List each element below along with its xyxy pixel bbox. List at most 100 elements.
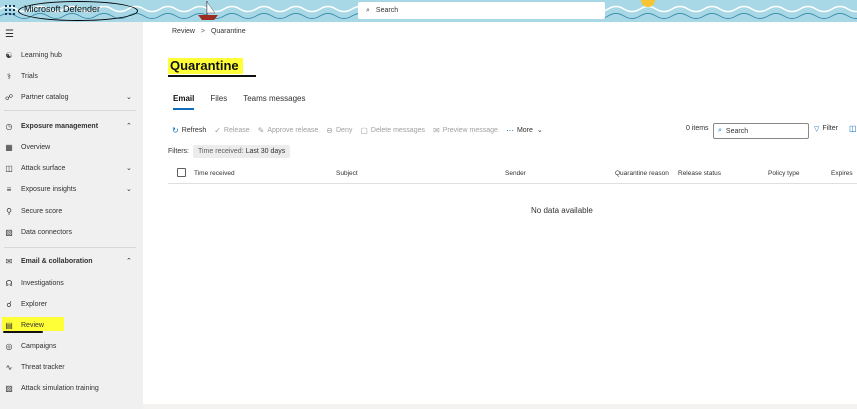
filters-row: Filters: Time received: Last 30 days	[168, 145, 291, 158]
envelope-preview-icon: ✉	[433, 125, 440, 135]
release-button[interactable]: ✓ Release	[214, 126, 249, 135]
learning-hub-icon: ☯	[5, 50, 13, 60]
threat-tracker-icon: ∿	[5, 362, 13, 372]
sidebar-item-data-connectors[interactable]: ▧ Data connectors	[0, 223, 143, 241]
breadcrumb-parent-link[interactable]: Review	[172, 28, 195, 35]
sidebar-item-label: Learning hub	[21, 51, 62, 59]
sidebar-item-label: Secure score	[21, 207, 63, 215]
sidebar-item-explorer[interactable]: ☌ Explorer	[0, 295, 143, 313]
more-button[interactable]: ⋯ More ⌄	[506, 126, 543, 135]
column-header-release-status[interactable]: Release status	[678, 170, 721, 177]
tab-files[interactable]: Files	[210, 94, 227, 103]
column-header-policy-type[interactable]: Policy type	[768, 170, 799, 177]
breadcrumb-current: Quarantine	[210, 28, 246, 35]
chevron-down-icon: ⌄	[536, 127, 543, 134]
filter-pill-value: Last 30 days	[245, 148, 286, 155]
sidebar-item-exposure-management[interactable]: ◷ Exposure management ⌃	[0, 117, 143, 135]
review-icon: ▤	[5, 320, 13, 330]
sidebar-item-label: Exposure management	[21, 122, 99, 130]
sidebar-item-label: Overview	[21, 143, 51, 151]
trophy-icon: ⚲	[6, 206, 12, 216]
partner-catalog-icon: ☍	[4, 92, 14, 102]
refresh-icon: ↻	[172, 125, 179, 135]
exposure-insights-icon: ≡	[6, 184, 12, 194]
title-underline-annotation	[168, 75, 256, 77]
sidebar-item-label: Partner catalog	[21, 93, 69, 101]
sailboat-icon	[198, 1, 218, 20]
sidebar-item-label: Threat tracker	[21, 363, 65, 371]
column-header-subject[interactable]: Subject	[336, 170, 358, 177]
sidebar-item-label: Attack surface	[21, 164, 66, 172]
sidebar-item-partner-catalog[interactable]: ☍ Partner catalog ⌄	[0, 88, 143, 106]
sidebar-item-learning-hub[interactable]: ☯ Learning hub	[0, 46, 143, 64]
sidebar-item-label: Review	[21, 321, 44, 329]
search-icon: ⌕	[366, 6, 370, 14]
bottom-scroll-edge	[143, 404, 857, 409]
sidebar-item-investigations[interactable]: ☊ Investigations	[0, 274, 143, 292]
column-header-time-received[interactable]: Time received	[194, 170, 235, 177]
page-title: Quarantine	[168, 58, 243, 74]
refresh-label: Refresh	[181, 126, 207, 134]
sidebar-item-label: Explorer	[21, 300, 48, 308]
select-all-checkbox[interactable]	[177, 168, 186, 177]
sidebar-item-threat-tracker[interactable]: ∿ Threat tracker	[0, 358, 143, 376]
app-launcher-icon[interactable]	[5, 5, 15, 15]
sidebar-item-email-collaboration[interactable]: ✉ Email & collaboration ⌃	[0, 252, 143, 270]
time-received-filter-pill[interactable]: Time received: Last 30 days	[193, 145, 291, 158]
more-label: More	[516, 126, 533, 134]
tab-bar: Email Files Teams messages	[173, 94, 321, 110]
sidebar-item-trials[interactable]: ⚕ Trials	[0, 67, 143, 85]
filter-label: Filter	[822, 125, 838, 132]
filter-pill-key: Time received:	[198, 148, 244, 155]
deny-button[interactable]: ⊖ Deny	[326, 126, 352, 135]
column-header-sender[interactable]: Sender	[505, 170, 526, 177]
sidebar-item-campaigns[interactable]: ◎ Campaigns	[0, 337, 143, 355]
block-icon: ⊖	[326, 125, 333, 135]
column-header-quarantine-reason[interactable]: Quarantine reason	[615, 170, 669, 177]
sidebar-item-label: Investigations	[21, 279, 64, 287]
sidebar-item-attack-surface[interactable]: ◫ Attack surface ⌄	[0, 159, 143, 177]
column-header-expires[interactable]: Expires	[831, 170, 853, 177]
hamburger-menu-icon[interactable]: ☰	[5, 30, 14, 40]
chevron-up-icon: ⌃	[126, 258, 132, 265]
preview-message-label: Preview message	[442, 126, 498, 134]
sidebar-item-secure-score[interactable]: ⚲ Secure score	[0, 202, 143, 220]
sidebar-divider	[4, 247, 136, 248]
search-icon: ⌕	[718, 127, 722, 134]
sidebar-divider	[4, 110, 136, 111]
investigations-icon: ☊	[5, 278, 13, 288]
refresh-button[interactable]: ↻ Refresh	[172, 126, 206, 135]
empty-state-message: No data available	[531, 206, 593, 215]
breadcrumb: Review > Quarantine	[172, 28, 246, 35]
trials-icon: ⚕	[6, 71, 12, 81]
sidebar-item-label: Exposure insights	[21, 185, 77, 193]
sidebar-item-label: Data connectors	[21, 228, 72, 236]
app-title: Microsoft Defender	[24, 4, 101, 14]
approve-release-button[interactable]: ✎ Approve release	[258, 126, 319, 135]
tab-teams-messages[interactable]: Teams messages	[243, 94, 305, 103]
funnel-icon: ▽	[814, 126, 820, 133]
preview-message-button[interactable]: ✉ Preview message	[433, 126, 498, 135]
tab-email[interactable]: Email	[173, 94, 195, 110]
customize-columns-icon[interactable]: ◫	[849, 124, 857, 133]
filter-button[interactable]: ▽ Filter	[814, 125, 838, 133]
sidebar-item-attack-simulation-training[interactable]: ▨ Attack simulation training	[0, 379, 143, 397]
chevron-down-icon: ⌄	[126, 94, 132, 101]
attack-simulation-icon: ▨	[5, 383, 13, 393]
checkmark-icon: ✓	[214, 125, 221, 135]
delete-messages-button[interactable]: ▢ Delete messages	[360, 126, 425, 135]
command-bar: ↻ Refresh ✓ Release ✎ Approve release ⊖ …	[172, 124, 551, 136]
quarantine-search-input[interactable]: ⌕ Search	[713, 123, 809, 139]
explorer-icon: ☌	[6, 299, 12, 309]
sidebar-item-review[interactable]: ▤ Review	[0, 316, 143, 334]
overview-icon: ▦	[5, 142, 13, 152]
global-search-input[interactable]: ⌕ Search	[358, 2, 605, 19]
sidebar-item-label: Trials	[21, 72, 38, 80]
sidebar-item-exposure-insights[interactable]: ≡ Exposure insights ⌄	[0, 180, 143, 198]
chevron-down-icon: ⌄	[126, 186, 132, 193]
deny-label: Deny	[336, 126, 353, 134]
email-icon: ✉	[5, 256, 13, 266]
data-connectors-icon: ▧	[5, 227, 13, 237]
ellipsis-icon: ⋯	[505, 125, 514, 135]
sidebar-item-overview[interactable]: ▦ Overview	[0, 138, 143, 156]
